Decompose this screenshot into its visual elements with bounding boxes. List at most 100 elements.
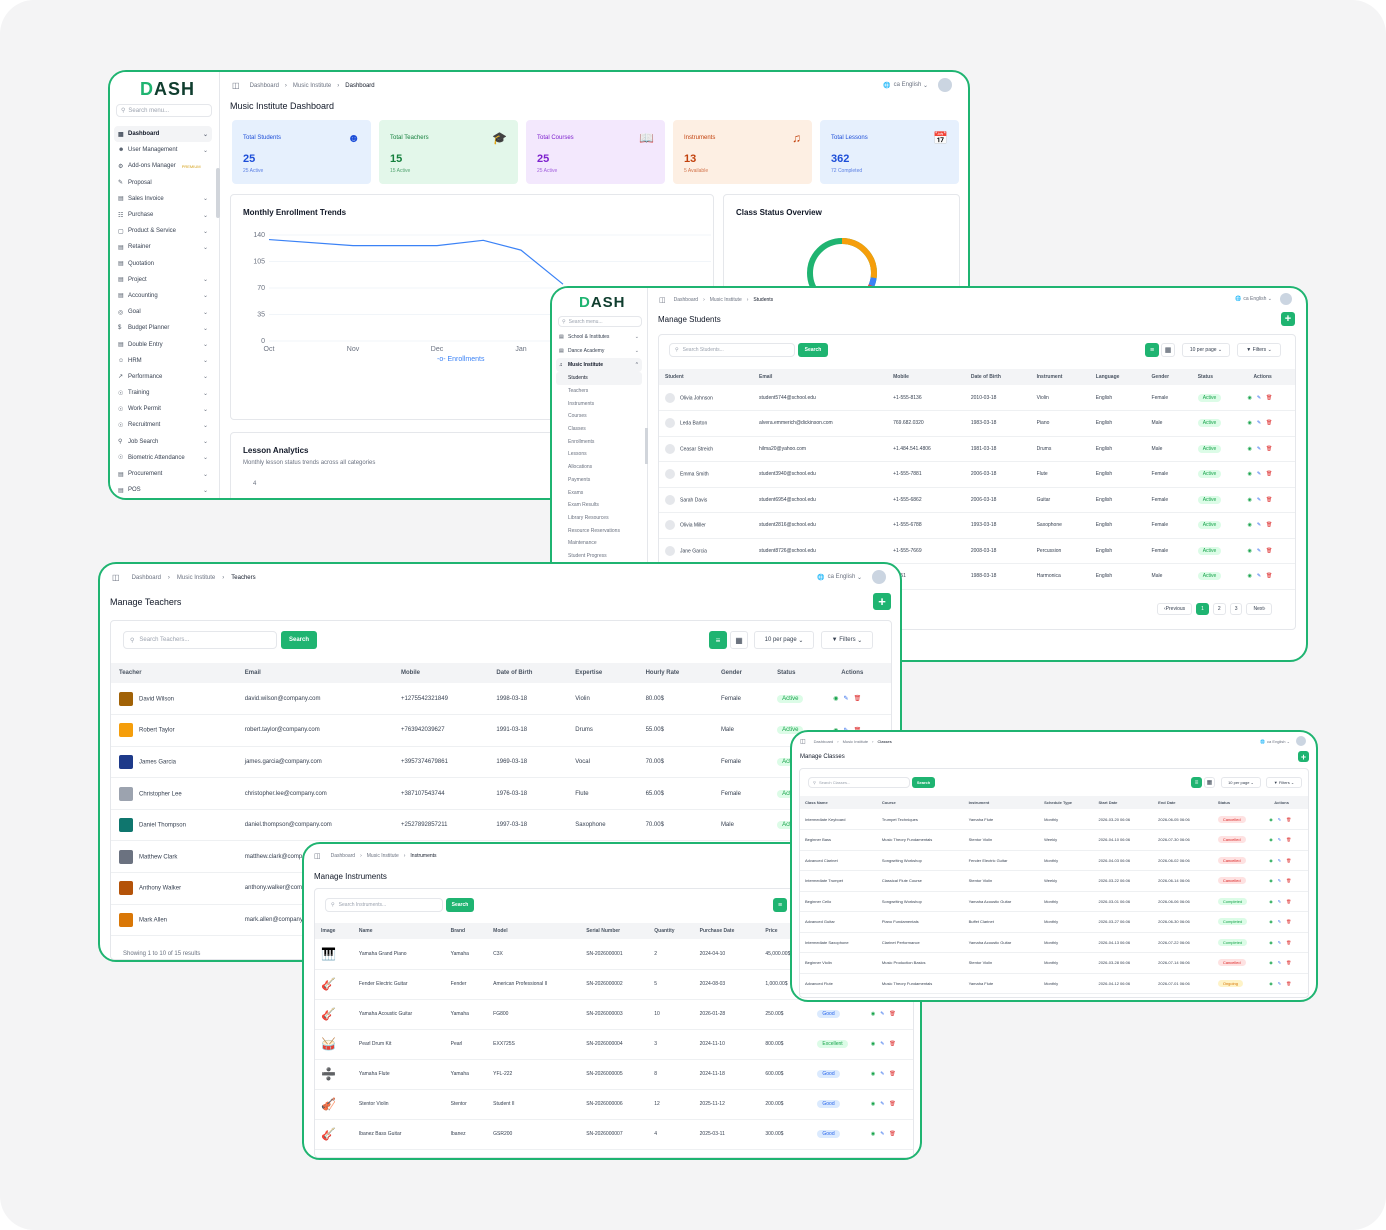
view-icon[interactable]: ◉	[1247, 573, 1251, 579]
column-header[interactable]: Schedule Type	[1039, 796, 1094, 809]
search-button[interactable]: Search	[798, 343, 828, 357]
avatar[interactable]	[938, 78, 952, 92]
breadcrumb-item[interactable]: Music Institute	[177, 575, 215, 581]
sidebar-item[interactable]: ☉ Work Permit ⌄	[114, 401, 212, 417]
edit-icon[interactable]: ✎	[1278, 837, 1281, 842]
sidebar-item[interactable]: ▤ Double Entry ⌄	[114, 336, 212, 352]
column-header[interactable]: Image	[315, 923, 353, 939]
pagination-item[interactable]: Next ›	[1246, 603, 1273, 615]
column-header[interactable]: Class Name	[800, 796, 877, 809]
list-view-button[interactable]: ≡	[1145, 343, 1159, 357]
delete-icon[interactable]: 🗑	[889, 1011, 895, 1017]
list-view-button[interactable]: ≡	[773, 898, 787, 912]
view-icon[interactable]: ◉	[1247, 395, 1251, 401]
table-row[interactable]: ➗ Yamaha Flute Yamaha YFL-222 SN-2026000005 8…	[315, 1059, 913, 1090]
table-row[interactable]: David Wilson david.wilson@company.com +127…	[111, 683, 891, 716]
sidebar-item[interactable]: ▤ School & Institutes ⌄	[556, 330, 642, 344]
sidebar-item[interactable]: ▦ Dashboard ⌄	[114, 126, 212, 143]
search-button[interactable]: Search	[281, 631, 317, 649]
view-icon[interactable]: ◉	[833, 695, 838, 702]
language-select[interactable]: English	[902, 82, 922, 88]
column-header[interactable]: Status	[1212, 796, 1270, 809]
submenu-item[interactable]: Maintenance	[556, 537, 642, 550]
sidebar-item[interactable]: ☻ User Management ⌄	[114, 142, 212, 158]
view-icon[interactable]: ◉	[871, 1011, 875, 1017]
avatar[interactable]	[1296, 736, 1306, 746]
view-icon[interactable]: ◉	[1269, 878, 1273, 883]
edit-icon[interactable]: ✎	[1278, 919, 1281, 924]
column-header[interactable]: Actions	[1247, 369, 1295, 385]
delete-icon[interactable]: 🗑	[1286, 981, 1291, 986]
edit-icon[interactable]: ✎	[880, 1041, 884, 1047]
submenu-item[interactable]: Student Progress	[556, 550, 642, 563]
breadcrumb-item[interactable]: Music Institute	[293, 83, 331, 89]
grid-view-button[interactable]: ▦	[1204, 777, 1215, 788]
delete-icon[interactable]: 🗑	[1286, 919, 1291, 924]
column-header[interactable]: Actions	[1269, 796, 1308, 809]
submenu-item[interactable]: Courses	[556, 410, 642, 423]
table-row[interactable]: Beginner Violin Music Production Basics St…	[800, 952, 1308, 974]
add-teacher-button[interactable]: +	[873, 593, 891, 610]
table-row[interactable]: Intermediate Saxophone Clarinet Performan…	[800, 932, 1308, 953]
filters-button[interactable]: ▼ Filters ⌄	[1237, 343, 1281, 357]
submenu-item[interactable]: Classes	[556, 423, 642, 436]
submenu-item[interactable]: Exam Results	[556, 499, 642, 512]
search-classes-input[interactable]: ⚲ Search Classes...	[808, 777, 910, 788]
table-row[interactable]: Sarah Davis student6954@school.edu +1-555-…	[659, 487, 1295, 513]
sidebar-item[interactable]: ▤ Sales Invoice ⌄	[114, 191, 212, 207]
table-row[interactable]: Robert Taylor robert.taylor@company.com +7…	[111, 714, 891, 747]
submenu-item[interactable]: Enrollments	[556, 435, 642, 448]
column-header[interactable]: Mobile	[887, 369, 965, 385]
sidebar-item[interactable]: ▤ Dance Academy ⌄	[556, 344, 642, 358]
sidebar-item[interactable]: ✎ Proposal	[114, 175, 212, 191]
delete-icon[interactable]: 🗑	[1286, 899, 1291, 904]
view-icon[interactable]: ◉	[1247, 497, 1251, 503]
sidebar-item[interactable]: ☺ HRM ⌄	[114, 353, 212, 369]
sidebar-item[interactable]: ☉ Recruitment ⌄	[114, 417, 212, 433]
per-page-select[interactable]: 10 per page ⌄	[754, 631, 814, 649]
view-icon[interactable]: ◉	[1247, 420, 1251, 426]
delete-icon[interactable]: 🗑	[1266, 420, 1272, 426]
column-header[interactable]: Gender	[712, 663, 770, 683]
view-icon[interactable]: ◉	[871, 1131, 875, 1137]
delete-icon[interactable]: 🗑	[1266, 446, 1272, 452]
table-row[interactable]: Christopher Lee christopher.lee@company.c…	[111, 777, 891, 810]
edit-icon[interactable]: ✎	[1257, 573, 1261, 579]
breadcrumb-item[interactable]: Dashboard	[250, 83, 279, 89]
list-view-button[interactable]: ≡	[709, 631, 727, 649]
add-class-button[interactable]: +	[1298, 751, 1309, 762]
table-row[interactable]: Ceasar Streich hilma20@yahoo.com +1.484.54…	[659, 436, 1295, 462]
column-header[interactable]: Gender	[1145, 369, 1192, 385]
table-row[interactable]: Leda Barton alvera.emmerich@dickinson.com…	[659, 410, 1295, 437]
submenu-item[interactable]: Payments	[556, 474, 642, 487]
breadcrumb-item[interactable]: Dashboard	[674, 297, 698, 303]
table-row[interactable]: 🎻 Stentor Violin Stentor Student II SN-20260…	[315, 1089, 913, 1120]
edit-icon[interactable]: ✎	[1257, 471, 1261, 477]
delete-icon[interactable]: 🗑	[1266, 395, 1272, 401]
edit-icon[interactable]: ✎	[1278, 899, 1281, 904]
search-button[interactable]: Search	[912, 777, 935, 788]
edit-icon[interactable]: ✎	[880, 1071, 884, 1077]
column-header[interactable]: Status	[769, 663, 834, 683]
pagination-item[interactable]: 2	[1212, 603, 1226, 615]
grid-view-button[interactable]: ▦	[730, 631, 748, 649]
sidebar-item[interactable]: ▤ Retainer ⌄	[114, 239, 212, 255]
column-header[interactable]: Serial Number	[580, 923, 649, 939]
add-student-button[interactable]: +	[1281, 312, 1295, 326]
pagination-item[interactable]: ‹ Previous	[1157, 603, 1193, 615]
sidebar-toggle-icon[interactable]: ◫	[800, 738, 806, 745]
view-icon[interactable]: ◉	[1269, 919, 1273, 924]
search-button[interactable]: Search	[446, 898, 474, 912]
table-row[interactable]: Intermediate Trumpet Classical Flute Cour…	[800, 870, 1308, 892]
table-row[interactable]: Beginner Bass Music Theory Fundamentals St…	[800, 829, 1308, 851]
delete-icon[interactable]: 🗑	[1266, 522, 1272, 528]
edit-icon[interactable]: ✎	[1278, 940, 1281, 945]
submenu-item[interactable]: Exams	[556, 486, 642, 499]
sidebar-item[interactable]: ▤ POS ⌄	[114, 482, 212, 498]
sidebar-item[interactable]: ⚙ Add-ons Manager PREMIUM	[114, 158, 212, 174]
edit-icon[interactable]: ✎	[1257, 420, 1261, 426]
edit-icon[interactable]: ✎	[1257, 522, 1261, 528]
sidebar-item[interactable]: ▤ Quotation	[114, 256, 212, 272]
language-select[interactable]: English	[836, 574, 856, 580]
submenu-item[interactable]: Students	[556, 372, 642, 385]
